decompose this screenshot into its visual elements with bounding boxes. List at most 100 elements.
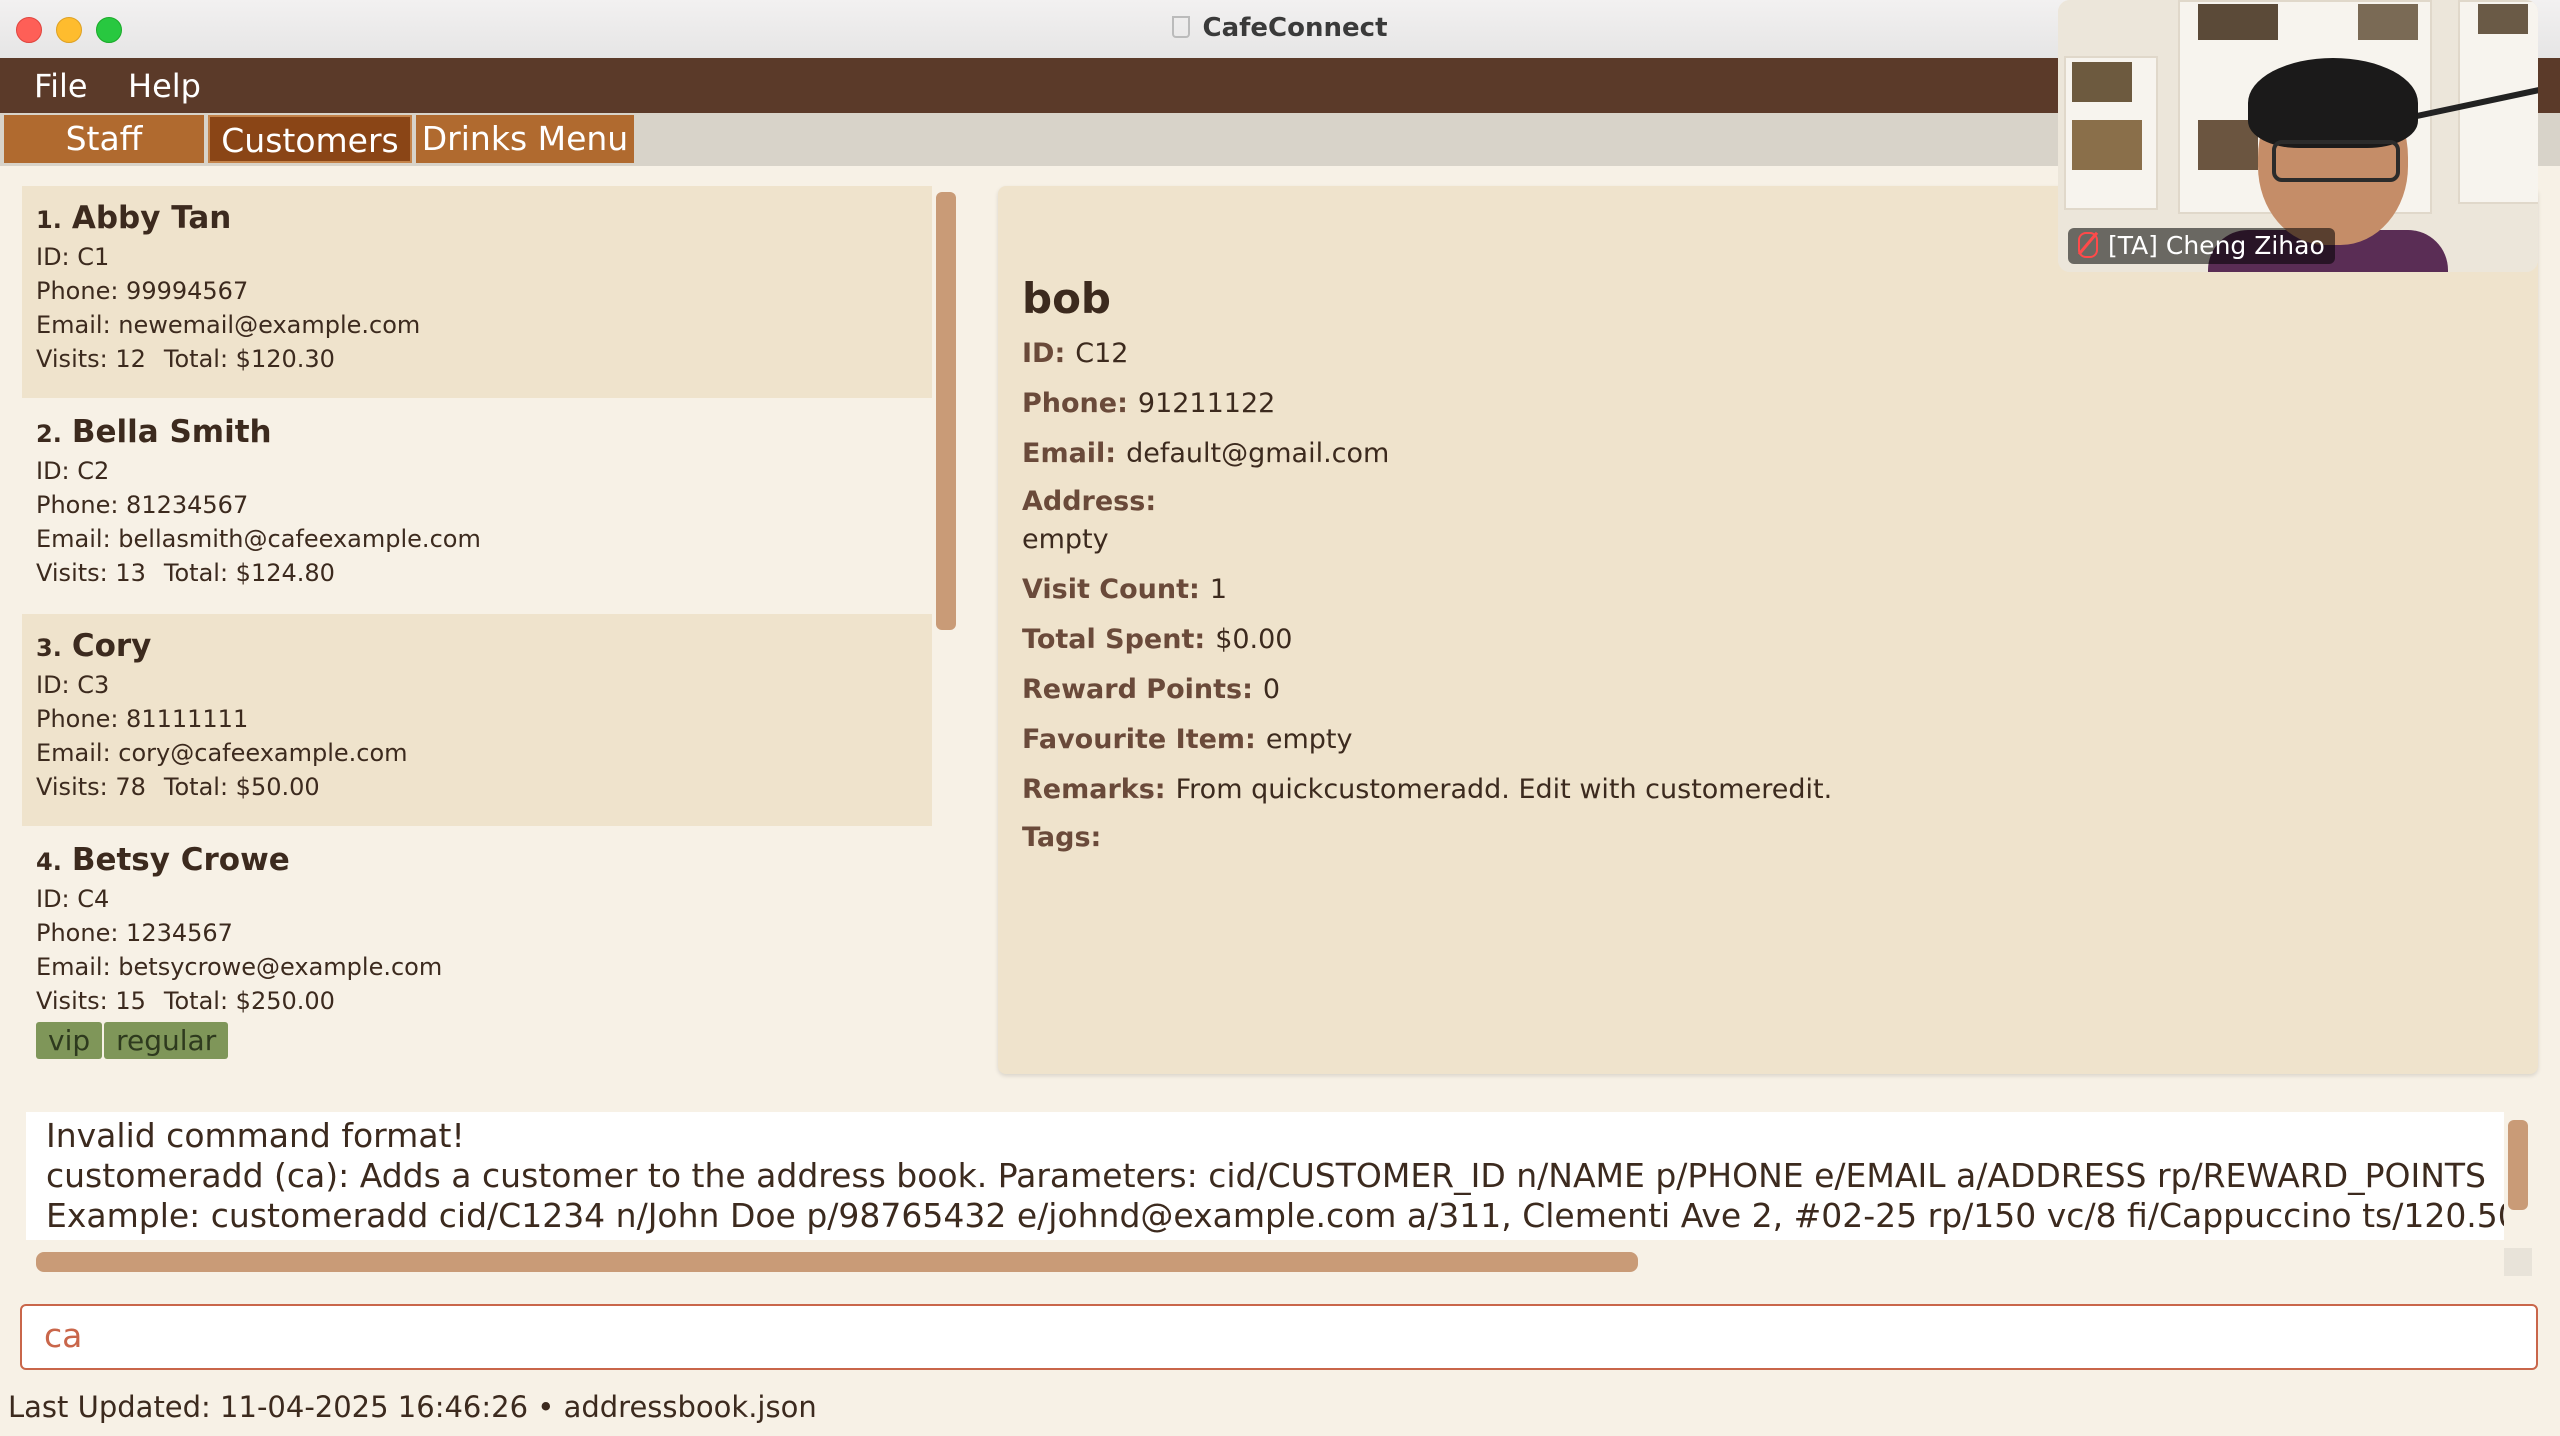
customer-index: 3. [36,634,62,662]
customer-total: Total: $120.30 [163,345,335,373]
tag-regular: regular [104,1022,229,1059]
tab-drinks-menu[interactable]: Drinks Menu [416,115,634,163]
customer-stats: Visits: 12 Total: $120.30 [36,342,918,376]
detail-email-value: default@gmail.com [1126,438,1390,469]
customer-list[interactable]: 1. Abby Tan ID: C1 Phone: 99994567 Email:… [22,186,932,1074]
detail-fav-value: empty [1265,724,1353,755]
customer-card[interactable]: 4. Betsy Crowe ID: C4 Phone: 1234567 Emai… [22,828,932,1074]
result-line-3: Example: customeradd cid/C1234 n/John Do… [46,1196,2504,1235]
customer-total: Total: $50.00 [163,773,320,801]
detail-phone: Phone: 91211122 [1022,388,1275,419]
mic-off-icon [2078,232,2098,258]
detail-address-label: Address: [1022,486,1166,517]
detail-fav-label: Favourite Item: [1022,724,1256,755]
customer-stats: Visits: 15 Total: $250.00 [36,984,918,1018]
customer-visits: Visits: 13 [36,559,146,587]
cup-icon [1172,16,1191,38]
detail-email-label: Email: [1022,438,1117,469]
customer-card[interactable]: 3. Cory ID: C3 Phone: 81111111 Email: cor… [22,614,932,826]
customer-total: Total: $250.00 [163,987,335,1015]
detail-visit-count: Visit Count: 1 [1022,574,1227,605]
customer-email: Email: betsycrowe@example.com [36,953,443,981]
detail-name: bob [1022,274,1111,323]
window-title-text: CafeConnect [1202,13,1388,43]
detail-remarks: Remarks: From quickcustomeradd. Edit with… [1022,774,1832,805]
status-bar: Last Updated: 11-04-2025 16:46:26 • addr… [8,1390,817,1424]
video-call-overlay[interactable]: [TA] Cheng Zihao [2058,0,2538,272]
tab-staff[interactable]: Staff [4,115,204,163]
customer-name: 3. Cory [36,628,918,668]
customer-name: 1. Abby Tan [36,200,918,240]
command-input[interactable]: ca [20,1304,2538,1370]
detail-spent-label: Total Spent: [1022,624,1206,655]
customer-stats: Visits: 78 Total: $50.00 [36,770,918,804]
detail-email: Email: default@gmail.com [1022,438,1389,469]
glasses [2272,140,2400,182]
detail-phone-label: Phone: [1022,388,1128,419]
books [2072,120,2142,170]
detail-total-spent: Total Spent: $0.00 [1022,624,1292,655]
tag-vip: vip [36,1022,103,1059]
detail-id-value: C12 [1075,338,1129,369]
customer-detail-panel: bob ID: C12 Phone: 91211122 Email: default@… [998,186,2538,1074]
list-scrollbar-thumb[interactable] [936,192,956,630]
customer-total: Total: $124.80 [163,559,335,587]
participant-label: [TA] Cheng Zihao [2068,228,2335,264]
detail-visit-value: 1 [1209,574,1228,605]
customer-name-text: Abby Tan [71,200,232,236]
detail-address-label-text: Address: [1022,486,1157,517]
customer-phone: Phone: 1234567 [36,919,233,947]
result-horizontal-scrollbar[interactable] [36,1252,1638,1272]
customer-name-text: Bella Smith [71,414,272,450]
detail-tags-label: Tags: [1022,822,1102,853]
person-hair [2248,58,2418,148]
detail-favourite-item: Favourite Item: empty [1022,724,1352,755]
detail-phone-value: 91211122 [1137,388,1276,419]
customer-name: 2. Bella Smith [36,414,918,454]
result-line-2: customeradd (ca): Adds a customer to the… [46,1156,2487,1195]
detail-tags: Tags: [1022,822,1111,853]
detail-visit-label: Visit Count: [1022,574,1200,605]
customer-email: Email: cory@cafeexample.com [36,739,408,767]
scrollbar-corner [2504,1248,2532,1276]
customer-name-text: Betsy Crowe [71,842,290,878]
detail-spent-value: $0.00 [1215,624,1293,655]
customer-id: ID: C4 [36,885,110,913]
customer-name: 4. Betsy Crowe [36,842,918,882]
customer-stats: Visits: 13 Total: $124.80 [36,556,918,590]
customer-index: 4. [36,848,62,876]
menu-file[interactable]: File [34,67,88,105]
detail-reward-label: Reward Points: [1022,674,1253,705]
detail-address-value: empty [1022,524,1109,555]
books [2478,4,2528,34]
books [2072,62,2132,102]
detail-reward-points: Reward Points: 0 [1022,674,1280,705]
result-display[interactable]: Invalid command format! customeradd (ca)… [26,1112,2504,1240]
detail-remarks-label: Remarks: [1022,774,1166,805]
customer-tags: vip regular [36,1022,918,1059]
customer-name-text: Cory [71,628,152,664]
menu-help[interactable]: Help [128,67,201,105]
tab-customers[interactable]: Customers [208,115,412,163]
detail-remarks-value: From quickcustomeradd. Edit with custome… [1175,774,1833,805]
customer-id: ID: C3 [36,671,110,699]
customer-card[interactable]: 2. Bella Smith ID: C2 Phone: 81234567 Ema… [22,400,932,612]
detail-id: ID: C12 [1022,338,1128,369]
detail-reward-value: 0 [1262,674,1281,705]
customer-phone: Phone: 81111111 [36,705,249,733]
detail-id-label: ID: [1022,338,1066,369]
customer-visits: Visits: 78 [36,773,146,801]
customer-email: Email: newemail@example.com [36,311,421,339]
customer-phone: Phone: 99994567 [36,277,249,305]
result-vertical-scrollbar[interactable] [2508,1120,2528,1210]
books [2198,4,2278,40]
customer-card[interactable]: 1. Abby Tan ID: C1 Phone: 99994567 Email:… [22,186,932,398]
customer-phone: Phone: 81234567 [36,491,249,519]
books [2358,4,2418,40]
customer-index: 2. [36,420,62,448]
customer-id: ID: C1 [36,243,110,271]
customer-id: ID: C2 [36,457,110,485]
participant-name: [TA] Cheng Zihao [2108,231,2325,260]
result-line-1: Invalid command format! [46,1116,465,1155]
customer-visits: Visits: 12 [36,345,146,373]
